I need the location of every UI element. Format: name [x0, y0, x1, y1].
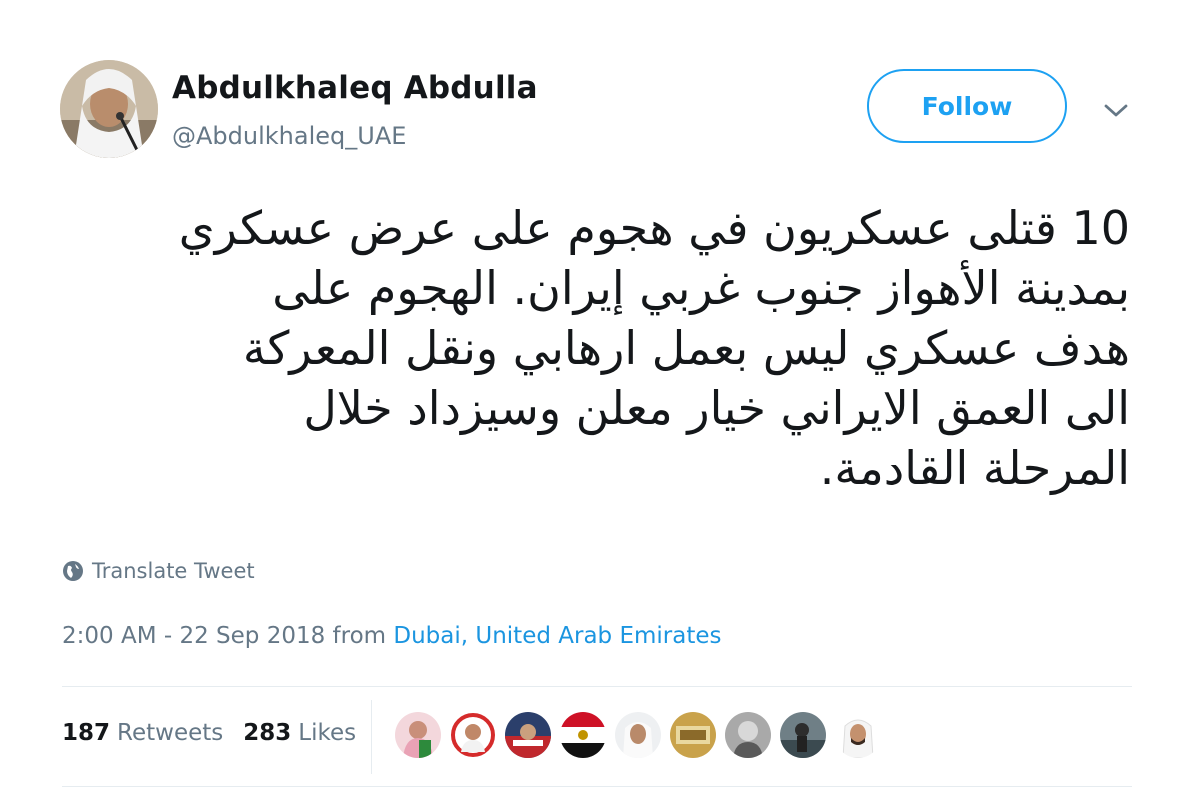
tweet-location-link[interactable]: Dubai, United Arab Emirates: [393, 623, 721, 649]
globe-icon: [63, 561, 83, 581]
author-handle[interactable]: @Abdulkhaleq_UAE: [172, 122, 406, 150]
chevron-down-icon: [1104, 104, 1128, 117]
liker-avatar[interactable]: [560, 712, 606, 758]
divider-bottom: [62, 786, 1132, 787]
liker-avatar[interactable]: [615, 712, 661, 758]
likes-stat[interactable]: 283 Likes: [243, 720, 356, 746]
liker-avatar[interactable]: [670, 712, 716, 758]
liker-avatar[interactable]: [780, 712, 826, 758]
tweet-meta: 2:00 AM - 22 Sep 2018 from Dubai, United…: [62, 623, 722, 649]
liker-avatar[interactable]: [395, 712, 441, 758]
liker-avatar[interactable]: [725, 712, 771, 758]
tweet-line: هدف عسكري ليس بعمل ارهابي ونقل المعركة: [242, 321, 1130, 375]
translate-tweet-link[interactable]: Translate Tweet: [62, 559, 255, 583]
liker-avatar[interactable]: [505, 712, 551, 758]
tweet-text: 10 قتلى عسكريون في هجوم على عرض عسكري بم…: [70, 198, 1130, 498]
liker-avatar[interactable]: [835, 712, 881, 758]
follow-button[interactable]: Follow: [867, 69, 1067, 143]
retweets-stat[interactable]: 187 Retweets: [62, 720, 223, 746]
likes-count: 283: [243, 720, 292, 746]
avatar-photo: [60, 60, 158, 158]
author-name[interactable]: Abdulkhaleq Abdulla: [172, 70, 538, 106]
translate-label: Translate Tweet: [92, 559, 255, 583]
more-options-button[interactable]: [1096, 96, 1136, 126]
retweets-count: 187: [62, 720, 111, 746]
tweet-line: 10 قتلى عسكريون في هجوم على عرض عسكري: [178, 201, 1130, 255]
stats-separator: [371, 700, 372, 774]
likes-label: Likes: [298, 720, 357, 746]
divider-top: [62, 686, 1132, 687]
tweet-line: الى العمق الايراني خيار معلن وسيزداد خلا…: [303, 381, 1130, 435]
from-label: from: [332, 623, 387, 649]
tweet-timestamp[interactable]: 2:00 AM - 22 Sep 2018: [62, 623, 325, 649]
likers-avatars: [395, 712, 881, 758]
tweet-line: بمدينة الأهواز جنوب غربي إيران. الهجوم ع…: [272, 261, 1130, 315]
tweet-line: المرحلة القادمة.: [819, 441, 1130, 495]
tweet-stats: 187 Retweets 283 Likes: [62, 720, 356, 746]
liker-avatar[interactable]: [450, 712, 496, 758]
retweets-label: Retweets: [117, 720, 224, 746]
author-avatar[interactable]: [60, 60, 158, 158]
